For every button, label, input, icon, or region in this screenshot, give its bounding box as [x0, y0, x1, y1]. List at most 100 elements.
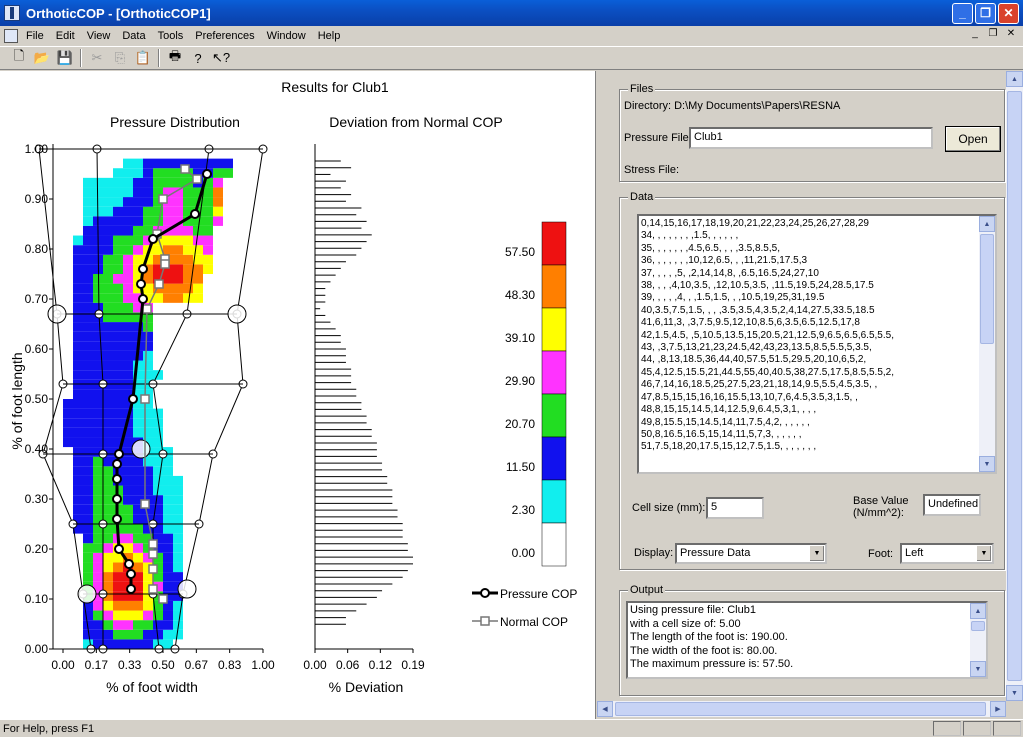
mdi-restore-button[interactable]: ❐ [985, 27, 1001, 41]
menu-edit[interactable]: Edit [50, 30, 81, 42]
color-scale-swatch [541, 264, 567, 309]
heatmap-cell [113, 581, 123, 592]
cell-size-input[interactable]: 5 [706, 497, 764, 519]
menu-tools[interactable]: Tools [152, 30, 190, 42]
normal-cop-marker [148, 549, 158, 559]
heatmap-cell [173, 283, 183, 294]
menu-file[interactable]: File [20, 30, 50, 42]
scroll-right-icon[interactable]: ▶ [990, 701, 1006, 717]
data-line: 49,8,15.5,15,14.5,14,11,7.5,4,2, , , , ,… [641, 416, 810, 428]
paste-icon[interactable]: 📋 [132, 48, 154, 68]
menu-window[interactable]: Window [261, 30, 312, 42]
heatmap-cell [173, 206, 183, 217]
minimize-button[interactable]: _ [952, 2, 973, 24]
heatmap-cell [123, 504, 133, 515]
scroll-down-icon[interactable]: ▼ [970, 661, 986, 677]
scroll-left-icon[interactable]: ◀ [597, 701, 613, 717]
heatmap-cell [93, 370, 103, 380]
heatmap-cell [83, 245, 93, 255]
pressure-file-input[interactable]: Club1 [689, 127, 933, 149]
foot-select[interactable]: Left ▼ [900, 543, 994, 564]
data-group-title: Data [628, 191, 656, 203]
heatmap-cell [73, 504, 83, 515]
menu-preferences[interactable]: Preferences [189, 30, 260, 42]
display-label: Display: [634, 547, 674, 559]
output-scrollbar[interactable]: ▲ ▼ [970, 603, 986, 677]
pressure-cop-marker [202, 169, 212, 179]
app-icon[interactable] [4, 5, 20, 21]
save-icon[interactable]: 💾 [54, 48, 76, 68]
heatmap-cell [83, 466, 93, 476]
pressure-distribution-title: Pressure Distribution [110, 114, 240, 130]
heatmap-cell [133, 639, 143, 649]
chevron-down-icon[interactable]: ▼ [809, 545, 825, 562]
scroll-down-icon[interactable]: ▼ [979, 456, 995, 472]
menu-help[interactable]: Help [312, 30, 347, 42]
pressure-cop-marker [112, 459, 122, 469]
menu-view[interactable]: View [81, 30, 117, 42]
status-pane [933, 721, 961, 736]
restore-button[interactable]: ❐ [975, 2, 996, 24]
open-button[interactable]: Open [945, 126, 1001, 152]
context-help-icon[interactable]: ↖? [210, 48, 232, 68]
scroll-thumb[interactable] [980, 234, 994, 344]
heatmap-cell [103, 283, 113, 294]
pressure-cop-marker [126, 584, 136, 594]
new-icon[interactable]: 🗋 [8, 48, 30, 68]
heatmap-cell [103, 177, 113, 188]
normal-cop-marker [148, 539, 158, 549]
copy-icon[interactable]: ⎘ [109, 48, 131, 68]
heatmap-cell [163, 235, 173, 246]
help-icon[interactable]: ? [187, 48, 209, 68]
heatmap-cell [103, 504, 113, 515]
heatmap-cell [83, 360, 93, 371]
normal-cop-marker [140, 499, 150, 509]
base-value-input[interactable]: Undefined [923, 494, 981, 516]
display-select[interactable]: Pressure Data ▼ [675, 543, 827, 564]
pressure-file-label: Pressure File: [624, 132, 692, 144]
x-tick-label: 0.33 [118, 658, 142, 672]
panel-vertical-scrollbar[interactable]: ▲ ▼ [1006, 71, 1023, 701]
heatmap-cell [133, 245, 143, 255]
data-scrollbar[interactable]: ▲ ▼ [979, 216, 995, 472]
scroll-up-icon[interactable]: ▲ [970, 603, 986, 619]
data-line: 0,14,15,16,17,18,19,20,21,22,23,24,25,26… [641, 218, 869, 229]
heatmap-cell [173, 524, 183, 534]
heatmap-cell [133, 600, 143, 611]
open-icon[interactable]: 📂 [31, 48, 53, 68]
menu-data[interactable]: Data [116, 30, 151, 42]
pressure-cop-marker [126, 569, 136, 579]
heatmap-cell [73, 437, 83, 448]
heatmap-cell [163, 177, 173, 188]
chevron-down-icon[interactable]: ▼ [976, 545, 992, 562]
mdi-minimize-button[interactable]: _ [967, 27, 983, 41]
heatmap-cell [93, 293, 103, 303]
output-text-area[interactable]: Using pressure file: Club1 with a cell si… [626, 601, 988, 679]
close-button[interactable]: ✕ [998, 2, 1019, 24]
panel-scrollbar-track[interactable]: ▲ ▼ [1006, 71, 1023, 701]
heatmap-cell [123, 360, 133, 371]
heatmap-cell [143, 168, 153, 178]
x-tick-label: 1.00 [251, 658, 275, 672]
pressure-cop-marker [138, 294, 148, 304]
heatmap-cell [183, 235, 193, 246]
panel-horizontal-scrollbar[interactable]: ◀ ▶ [597, 701, 1006, 717]
cut-icon[interactable]: ✂ [86, 48, 108, 68]
mdi-close-button[interactable]: ✕ [1003, 27, 1019, 41]
heatmap-cell [173, 514, 183, 524]
document-icon[interactable] [4, 29, 18, 43]
scroll-up-icon[interactable]: ▲ [979, 216, 995, 232]
scroll-thumb[interactable] [1007, 91, 1022, 681]
heatmap-cell [103, 437, 113, 448]
scroll-thumb[interactable] [971, 621, 985, 631]
data-text-area[interactable]: 0,14,15,16,17,18,19,20,21,22,23,24,25,26… [637, 214, 997, 474]
print-icon[interactable]: 🖶 [164, 48, 186, 68]
heatmap-cell [213, 216, 223, 226]
heatmap-cell [143, 600, 153, 611]
scroll-down-icon[interactable]: ▼ [1006, 685, 1023, 701]
heatmap-cell [173, 254, 183, 265]
scroll-up-icon[interactable]: ▲ [1006, 71, 1023, 87]
scroll-thumb[interactable] [615, 702, 986, 716]
landmark-marker [131, 439, 151, 459]
data-line: 35, , , , , , ,4.5,6.5, , , ,3.5,8.5,5, [641, 242, 780, 254]
